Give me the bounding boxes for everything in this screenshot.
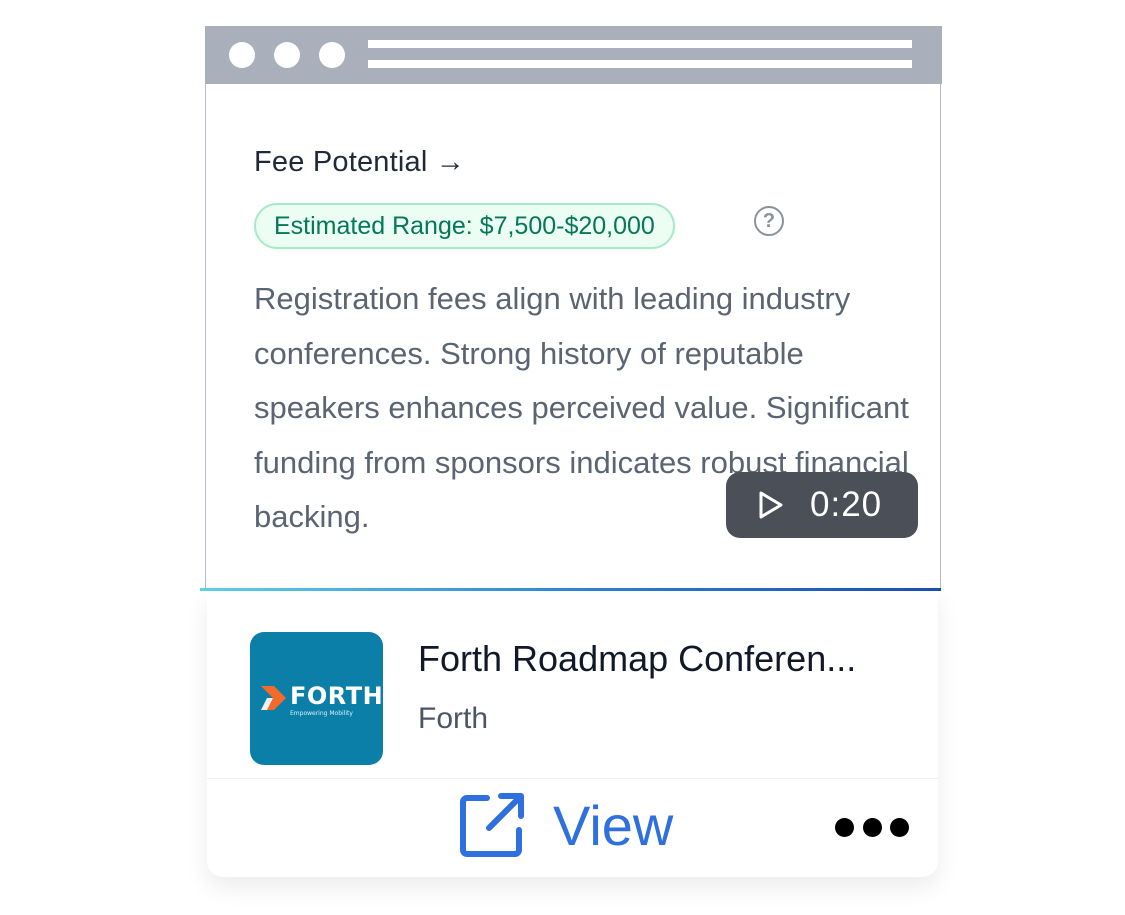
event-title[interactable]: Forth Roadmap Conferen... [418,638,856,680]
gradient-divider [200,588,941,591]
logo-wordmark: FORTH [290,682,383,710]
more-horizontal-icon [862,817,882,837]
play-icon [759,491,783,519]
more-horizontal-icon [835,817,854,837]
view-label: View [553,793,674,857]
chevron-logo-icon [261,686,286,710]
more-options-button[interactable] [835,812,909,842]
titlebar-line [368,60,912,68]
window-dot [229,42,255,68]
video-duration: 0:20 [810,485,883,524]
estimated-range-badge: Estimated Range: $7,500-$20,000 [254,203,675,249]
window-dot [274,42,300,68]
video-play-button[interactable]: 0:20 [726,472,918,538]
event-logo: FORTH Empowering Mobility [250,632,383,765]
view-button[interactable]: View [457,788,673,862]
logo-tagline: Empowering Mobility [290,710,353,717]
external-link-icon [460,793,524,857]
browser-titlebar [205,26,942,84]
fee-potential-link[interactable]: Fee Potential → [254,146,465,179]
question-circle-icon[interactable]: ? [754,206,784,236]
event-organization: Forth [418,702,489,735]
card-divider [207,778,938,779]
browser-window: Fee Potential → Estimated Range: $7,500-… [205,26,942,591]
more-horizontal-icon [890,817,909,837]
titlebar-line [368,40,912,48]
event-card: FORTH Empowering Mobility Forth Roadmap … [207,592,938,877]
window-dot [319,42,345,68]
